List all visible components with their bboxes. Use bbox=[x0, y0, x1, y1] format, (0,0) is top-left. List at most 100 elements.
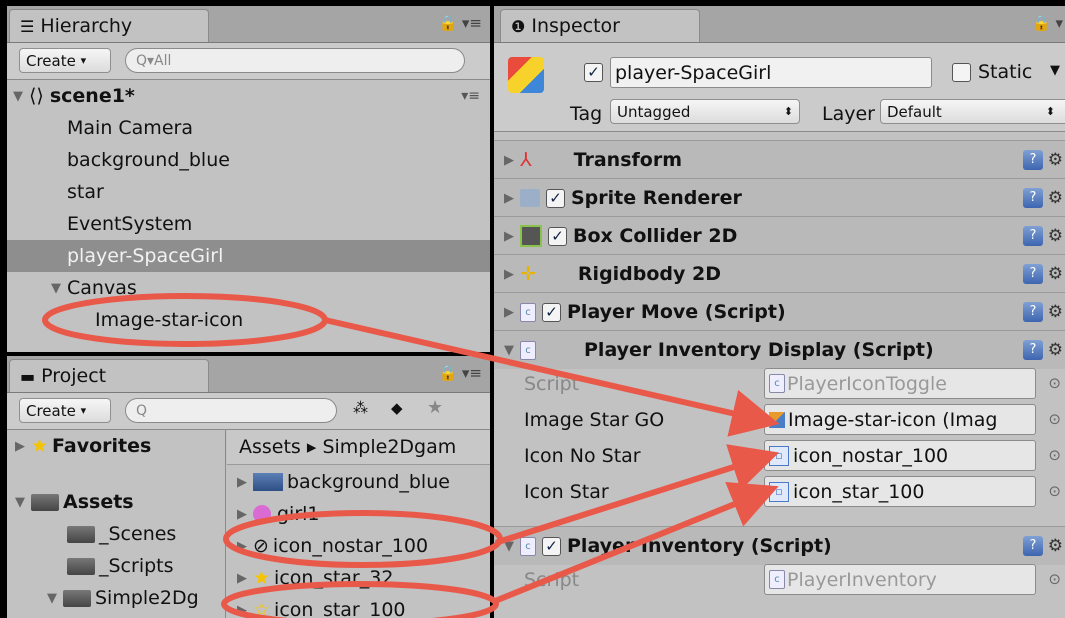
filter-type-icon[interactable]: ⁂ bbox=[353, 399, 368, 417]
expand-triangle-icon[interactable]: ▶ bbox=[15, 439, 25, 454]
object-picker-icon[interactable]: ⊙ bbox=[1048, 410, 1061, 428]
lock-icon[interactable]: 🔒 ▾ bbox=[1032, 14, 1063, 32]
help-icon[interactable]: ? bbox=[1023, 150, 1043, 170]
expand-triangle-icon[interactable]: ▼ bbox=[504, 343, 514, 358]
component-box-collider-2d[interactable]: ▶ ✓ Box Collider 2D ? ⚙ bbox=[494, 216, 1065, 255]
hierarchy-create-button[interactable]: Create ▾ bbox=[19, 48, 111, 73]
folder-item[interactable]: _Scenes bbox=[7, 518, 225, 550]
tab-inspector[interactable]: ❶ Inspector bbox=[500, 9, 700, 42]
gear-icon[interactable]: ⚙ bbox=[1048, 226, 1063, 246]
expand-triangle-icon[interactable]: ▼ bbox=[47, 591, 57, 606]
help-icon[interactable]: ? bbox=[1023, 226, 1043, 246]
hierarchy-item-label: EventSystem bbox=[67, 213, 193, 235]
layer-dropdown[interactable]: Default ⬍ bbox=[880, 99, 1065, 124]
expand-triangle-icon[interactable]: ▶ bbox=[237, 571, 247, 586]
help-icon[interactable]: ? bbox=[1023, 302, 1043, 322]
folder-item[interactable]: ▼ Simple2Dg bbox=[7, 582, 225, 614]
label-filter-icon[interactable]: ◆ bbox=[391, 399, 403, 417]
tab-project[interactable]: ▬ Project bbox=[9, 359, 209, 392]
component-rigidbody-2d[interactable]: ▶ ✛ Rigidbody 2D ? ⚙ bbox=[494, 254, 1065, 293]
list-item[interactable]: ▶ ★ icon_star_32 bbox=[227, 562, 490, 594]
gear-icon[interactable]: ⚙ bbox=[1048, 264, 1063, 284]
folder-item[interactable]: _Scripts bbox=[7, 550, 225, 582]
expand-triangle-icon[interactable]: ▶ bbox=[237, 507, 247, 522]
active-checkbox[interactable]: ✓ bbox=[584, 63, 603, 82]
tab-hierarchy[interactable]: ☰ Hierarchy bbox=[9, 9, 209, 42]
hierarchy-item-player-spacegirl[interactable]: player-SpaceGirl bbox=[7, 240, 490, 272]
help-icon[interactable]: ? bbox=[1023, 264, 1043, 284]
lock-icon[interactable]: 🔒 ▾≡ bbox=[438, 14, 482, 32]
expand-triangle-icon[interactable]: ▶ bbox=[237, 475, 247, 490]
hierarchy-item-background-blue[interactable]: background_blue bbox=[7, 144, 490, 176]
prop-script-field[interactable]: c PlayerIconToggle bbox=[764, 368, 1036, 399]
info-icon: ❶ bbox=[511, 16, 526, 36]
tag-dropdown[interactable]: Untagged ⬍ bbox=[610, 99, 800, 124]
hierarchy-item-label: star bbox=[67, 181, 104, 203]
folder-label: _Scenes bbox=[99, 523, 177, 545]
expand-triangle-icon[interactable]: ▶ bbox=[504, 229, 514, 244]
object-picker-icon[interactable]: ⊙ bbox=[1048, 446, 1061, 464]
expand-triangle-icon[interactable]: ▼ bbox=[13, 89, 23, 104]
component-enabled-checkbox[interactable]: ✓ bbox=[546, 188, 565, 208]
field-value: icon_nostar_100 bbox=[793, 444, 949, 467]
scene-row[interactable]: ▼ ⟨⟩ scene1* ▾≡ bbox=[7, 80, 490, 112]
gear-icon[interactable]: ⚙ bbox=[1048, 536, 1063, 556]
project-search-input[interactable]: Q bbox=[125, 398, 337, 423]
expand-triangle-icon[interactable]: ▼ bbox=[504, 539, 514, 554]
expand-triangle-icon[interactable]: ▶ bbox=[504, 191, 514, 206]
project-create-button[interactable]: Create ▾ bbox=[19, 398, 111, 423]
component-transform[interactable]: ▶ ⅄ Transform ? ⚙ bbox=[494, 140, 1065, 179]
script-icon: c bbox=[520, 536, 536, 556]
object-name-field[interactable]: player-SpaceGirl bbox=[610, 57, 932, 88]
prop-icon-no-star-field[interactable]: ▫ icon_nostar_100 bbox=[764, 440, 1036, 471]
gear-icon[interactable]: ⚙ bbox=[1048, 340, 1063, 360]
list-item[interactable]: ▶ ☆ icon_star_100 bbox=[227, 594, 490, 618]
component-sprite-renderer[interactable]: ▶ ✓ Sprite Renderer ? ⚙ bbox=[494, 178, 1065, 217]
list-item[interactable]: ▶ girl1 bbox=[227, 498, 490, 530]
favorites-row[interactable]: ▶ ★ Favorites bbox=[7, 430, 225, 462]
expand-triangle-icon[interactable]: ▶ bbox=[504, 267, 514, 282]
object-picker-icon[interactable]: ⊙ bbox=[1048, 374, 1061, 392]
component-enabled-checkbox[interactable]: ✓ bbox=[542, 536, 561, 556]
lock-icon[interactable]: 🔒 ▾≡ bbox=[438, 364, 482, 382]
scene-menu-icon[interactable]: ▾≡ bbox=[461, 88, 480, 104]
hierarchy-item-image-star-icon[interactable]: Image-star-icon bbox=[7, 304, 490, 336]
expand-triangle-icon[interactable]: ▶ bbox=[504, 153, 514, 168]
assets-row[interactable]: ▼ Assets bbox=[7, 486, 225, 518]
component-player-inventory-display[interactable]: ▼ c Player Inventory Display (Script) ? ⚙ bbox=[494, 330, 1065, 369]
hierarchy-item-star[interactable]: star bbox=[7, 176, 490, 208]
expand-triangle-icon[interactable]: ▼ bbox=[15, 495, 25, 510]
help-icon[interactable]: ? bbox=[1023, 536, 1043, 556]
object-picker-icon[interactable]: ⊙ bbox=[1048, 482, 1061, 500]
component-player-inventory[interactable]: ▼ c ✓ Player Inventory (Script) ? ⚙ bbox=[494, 526, 1065, 565]
hierarchy-item-eventsystem[interactable]: EventSystem bbox=[7, 208, 490, 240]
expand-triangle-icon[interactable]: ▶ bbox=[237, 603, 247, 618]
favorite-star-icon[interactable]: ★ bbox=[427, 397, 443, 418]
prop-image-star-go-field[interactable]: Image-star-icon (Imag bbox=[764, 404, 1036, 435]
expand-triangle-icon[interactable]: ▼ bbox=[51, 281, 61, 296]
sprite-thumbnail-icon bbox=[253, 473, 283, 491]
component-enabled-checkbox[interactable]: ✓ bbox=[542, 302, 561, 322]
prop-inventory-script-field[interactable]: c PlayerInventory bbox=[764, 564, 1036, 595]
list-item[interactable]: ▶ background_blue bbox=[227, 466, 490, 498]
expand-triangle-icon[interactable]: ▶ bbox=[504, 305, 514, 320]
expand-triangle-icon[interactable]: ▶ bbox=[237, 539, 247, 554]
hierarchy-item-main-camera[interactable]: Main Camera bbox=[7, 112, 490, 144]
gear-icon[interactable]: ⚙ bbox=[1048, 150, 1063, 170]
component-player-move[interactable]: ▶ c ✓ Player Move (Script) ? ⚙ bbox=[494, 292, 1065, 331]
static-checkbox[interactable] bbox=[952, 63, 971, 82]
field-value: icon_star_100 bbox=[793, 480, 925, 503]
list-item[interactable]: ▶ ⊘ icon_nostar_100 bbox=[227, 530, 490, 562]
chevron-down-icon[interactable]: ▼ bbox=[1050, 63, 1060, 78]
layer-value: Default bbox=[887, 102, 942, 121]
help-icon[interactable]: ? bbox=[1023, 340, 1043, 360]
hierarchy-item-canvas[interactable]: ▼ Canvas bbox=[7, 272, 490, 304]
hierarchy-search-input[interactable]: Q▾All bbox=[125, 48, 465, 73]
prop-icon-star-field[interactable]: ▫ icon_star_100 bbox=[764, 476, 1036, 507]
component-enabled-checkbox[interactable]: ✓ bbox=[548, 226, 567, 246]
help-icon[interactable]: ? bbox=[1023, 188, 1043, 208]
chevron-down-icon: ▾ bbox=[80, 404, 87, 417]
object-picker-icon[interactable]: ⊙ bbox=[1048, 570, 1061, 588]
gear-icon[interactable]: ⚙ bbox=[1048, 302, 1063, 322]
gear-icon[interactable]: ⚙ bbox=[1048, 188, 1063, 208]
